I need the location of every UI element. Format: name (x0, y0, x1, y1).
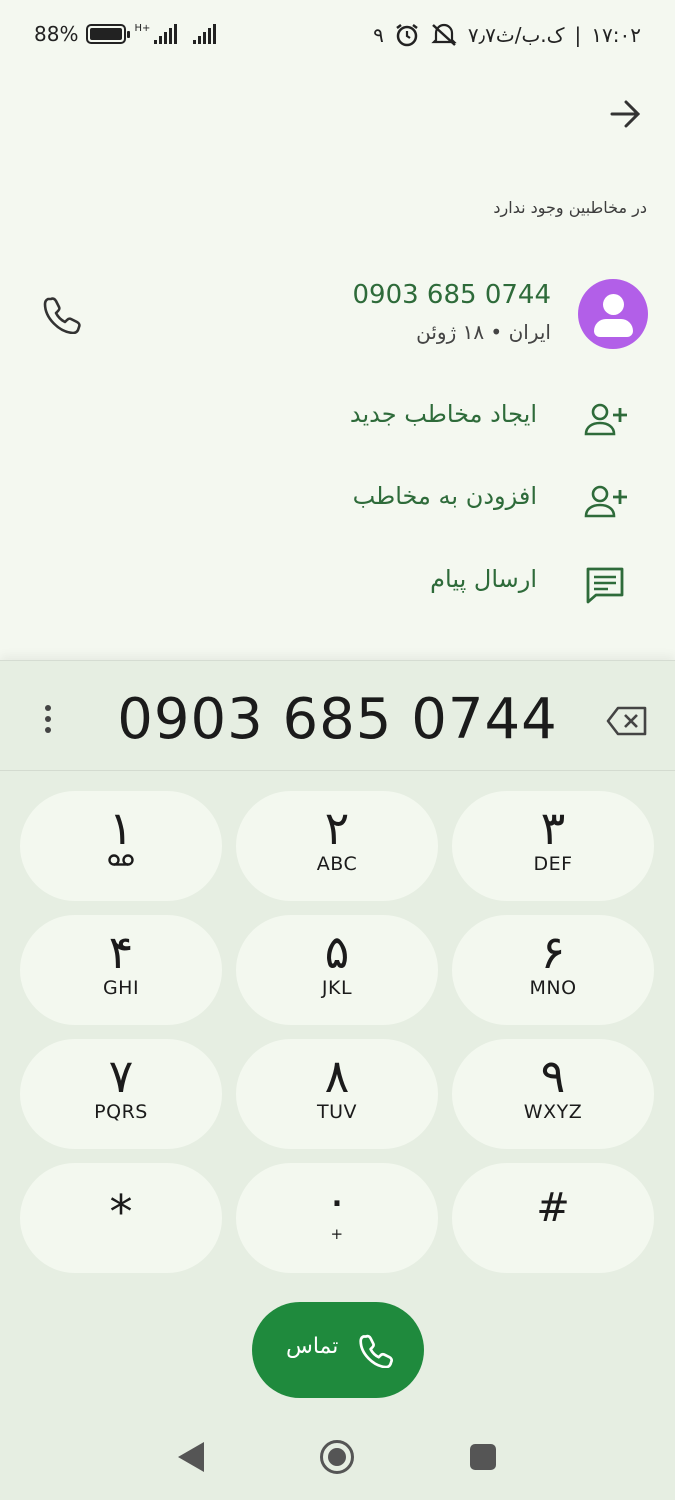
send-message-action[interactable]: ارسال پیام (0, 555, 675, 615)
status-bar: 88% H+ ۹ ۷٫۷ک.ب/ث | ۱۷:۰۲ (0, 0, 675, 72)
more-options-icon[interactable] (36, 705, 60, 741)
avatar-head (603, 294, 624, 315)
key-digit: ۹ (540, 1049, 566, 1103)
battery-percent: 88% (34, 22, 79, 46)
call-button[interactable]: تماس (252, 1302, 424, 1398)
status-right: ۹ ۷٫۷ک.ب/ث | ۱۷:۰۲ (373, 22, 641, 48)
recents-icon[interactable] (470, 1444, 496, 1470)
arrow-icon[interactable] (606, 96, 646, 132)
person-add-icon (584, 485, 627, 518)
key-digit: ۱ (108, 801, 134, 855)
key-digit: ۷ (108, 1049, 134, 1103)
key-digit: ۴ (108, 925, 134, 979)
key-digit: ۳ (540, 801, 566, 855)
back-icon[interactable] (178, 1442, 204, 1472)
dial-key-6[interactable]: ۶ MNO (452, 915, 654, 1025)
clock: ۱۷:۰۲ (591, 23, 641, 47)
dial-key-1[interactable]: ۱ (20, 791, 222, 901)
status-left: 88% H+ (34, 22, 217, 46)
avatar-body (594, 319, 633, 337)
add-to-contact-label: افزودن به مخاطب (352, 482, 537, 510)
message-icon (586, 567, 624, 604)
dial-key-star[interactable]: * (20, 1163, 222, 1273)
add-to-contact-action[interactable]: افزودن به مخاطب (0, 472, 675, 532)
status-divider: | (574, 23, 582, 47)
dial-key-0[interactable]: ۰ + (236, 1163, 438, 1273)
dial-key-2[interactable]: ۲ ABC (236, 791, 438, 901)
phone-icon (359, 1334, 393, 1368)
voicemail-icon (108, 854, 134, 866)
avatar (578, 279, 648, 349)
key-digit: ۵ (324, 925, 350, 979)
alarm-icon (396, 24, 418, 47)
send-message-label: ارسال پیام (430, 565, 537, 593)
key-letters: ABC (316, 853, 358, 875)
backspace-icon[interactable] (606, 705, 648, 737)
mute-icon (431, 23, 457, 46)
key-digit: ۶ (540, 925, 566, 979)
key-digit: ۲ (324, 801, 350, 855)
key-letters: JKL (321, 977, 353, 999)
key-letters: MNO (529, 977, 577, 999)
create-contact-label: ایجاد مخاطب جدید (349, 400, 537, 428)
dialed-number[interactable]: 0903 685 0744 (80, 687, 595, 752)
home-icon[interactable] (320, 1440, 354, 1474)
key-digit: ۸ (324, 1049, 350, 1103)
key-digit: * (109, 1185, 133, 1239)
key-letters: GHI (102, 977, 140, 999)
contact-number[interactable]: 0903 685 0744 (353, 280, 552, 310)
key-letters: + (330, 1225, 344, 1243)
call-button-label: تماس (286, 1334, 339, 1359)
dial-key-5[interactable]: ۵ JKL (236, 915, 438, 1025)
key-letters: PQRS (94, 1101, 148, 1123)
key-letters: TUV (316, 1101, 357, 1123)
person-add-icon (584, 403, 627, 436)
dial-key-4[interactable]: ۴ GHI (20, 915, 222, 1025)
create-contact-action[interactable]: ایجاد مخاطب جدید (0, 390, 675, 450)
notification-count: ۹ (373, 23, 384, 47)
key-digit: # (536, 1185, 570, 1231)
dial-key-8[interactable]: ۸ TUV (236, 1039, 438, 1149)
network-type-label: H+ (134, 22, 151, 34)
contact-subtitle: ایران • ۱۸ ژوئن (416, 320, 551, 344)
system-nav-bar (0, 1420, 675, 1500)
key-letters: DEF (533, 853, 573, 875)
key-letters: WXYZ (523, 1101, 583, 1123)
not-in-contacts-label: در مخاطبین وجود ندارد (493, 198, 647, 217)
dial-key-9[interactable]: ۹ WXYZ (452, 1039, 654, 1149)
dial-key-3[interactable]: ۳ DEF (452, 791, 654, 901)
phone-icon[interactable] (42, 294, 82, 334)
data-speed: ۷٫۷ک.ب/ث (467, 23, 565, 47)
dial-key-hash[interactable]: # (452, 1163, 654, 1273)
signal-icon (154, 24, 178, 44)
key-digit: ۰ (324, 1173, 350, 1227)
digits-row: 0903 685 0744 (0, 661, 675, 771)
battery-icon (86, 24, 131, 44)
signal-icon-2 (193, 24, 217, 44)
dial-key-7[interactable]: ۷ PQRS (20, 1039, 222, 1149)
